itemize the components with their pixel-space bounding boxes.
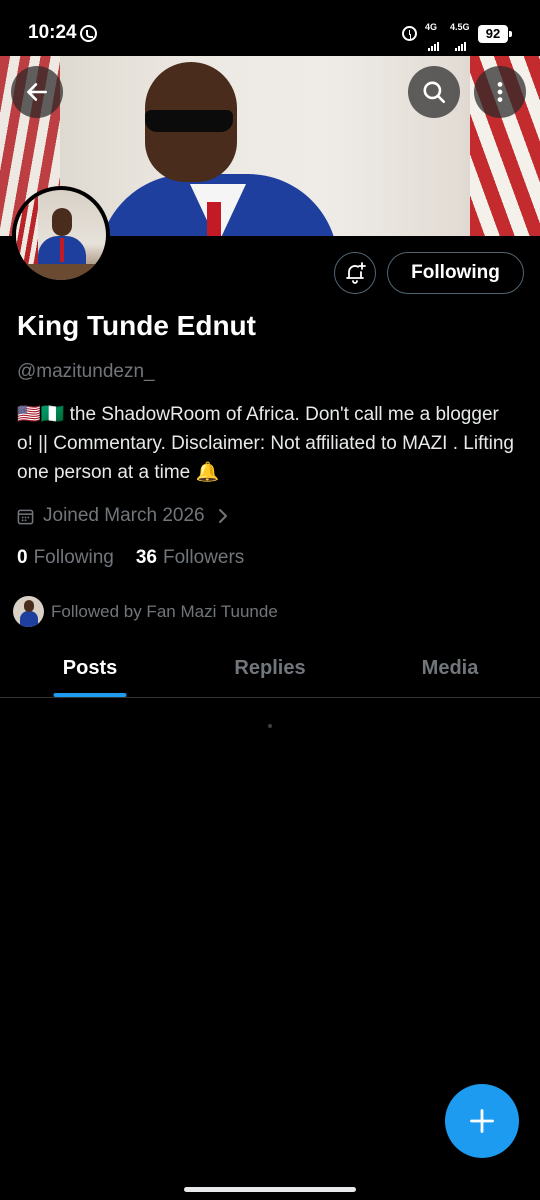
more-vertical-icon [497,82,503,102]
home-indicator[interactable] [184,1187,356,1192]
following-button[interactable]: Following [387,252,524,294]
profile-handle: @mazitundezn_ [17,361,155,382]
tab-replies[interactable]: Replies [180,640,360,697]
network-label-1: 4G [425,22,438,32]
whatsapp-icon [80,25,97,42]
network-label-2: 4.5G [450,22,470,32]
back-button[interactable] [11,66,63,118]
following-count: 0 [17,547,28,568]
banner-person-tie [207,202,221,236]
followers-label: Followers [162,547,245,568]
following-label: Following [33,547,114,568]
calendar-icon [17,509,34,524]
follow-stats: 0 Following 36 Followers [17,547,266,569]
followers-count: 36 [135,547,157,568]
search-button[interactable] [408,66,460,118]
more-options-button[interactable] [474,66,526,118]
joined-date: Joined March 2026 [43,505,205,526]
profile-tabs: Posts Replies Media [0,640,540,698]
bell-plus-icon [346,262,366,284]
battery-indicator: 92 [478,25,512,43]
following-stat[interactable]: 0 Following [17,547,114,569]
followed-by-row[interactable]: Followed by Fan Mazi Tuunde [13,596,278,627]
alarm-icon [402,26,417,41]
tab-posts[interactable]: Posts [0,640,180,697]
tab-media[interactable]: Media [360,640,540,697]
search-icon [423,81,446,104]
follower-avatar [13,596,44,627]
signal-bars-1-icon [428,33,440,51]
joined-date-row[interactable]: Joined March 2026 [17,504,229,528]
avatar-image [16,190,106,280]
compose-button[interactable] [445,1084,519,1158]
plus-icon [470,1109,494,1133]
signal-bars-2-icon [455,33,467,51]
chevron-right-icon [218,509,227,523]
status-bar: 10:24 4G 4.5G 92 [0,0,540,56]
profile-avatar[interactable] [12,186,110,284]
followers-stat[interactable]: 36 Followers [136,547,244,569]
loading-indicator [268,724,272,728]
banner-person-sunglasses [145,110,233,132]
profile-bio: 🇺🇸🇳🇬 the ShadowRoom of Africa. Don't cal… [17,404,514,483]
followed-by-text: Followed by Fan Mazi Tuunde [51,601,278,621]
profile-name: King Tunde Ednut [17,310,256,341]
back-arrow-icon [27,83,47,101]
notifications-button[interactable] [334,252,376,294]
status-time: 10:24 [28,22,77,43]
